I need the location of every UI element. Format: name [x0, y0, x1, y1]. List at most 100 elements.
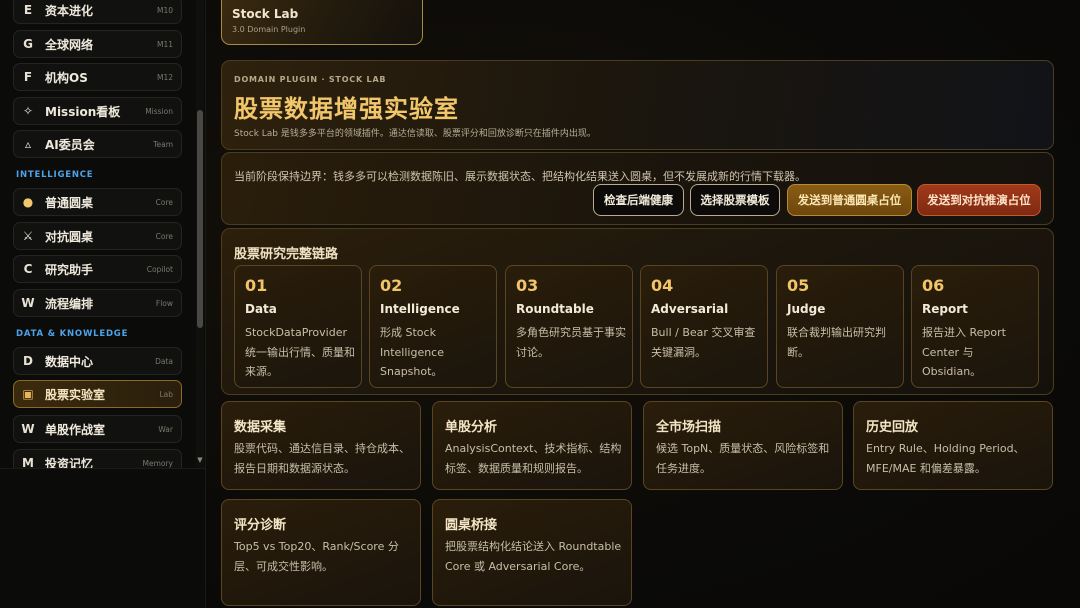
c-icon: C: [23, 262, 33, 276]
crossed-swords-icon: ⚔: [22, 229, 34, 243]
sidebar-item-mission-board[interactable]: ✧ Mission看板 Mission: [13, 97, 182, 125]
sidebar-item-investment-memory[interactable]: M 投资记忆 Memory: [13, 449, 182, 468]
main-content: Stock Lab 3.0 Domain Plugin DOMAIN PLUGI…: [206, 0, 1080, 608]
step-desc: Bull / Bear 交叉审查关键漏洞。: [651, 326, 756, 359]
sidebar-item-institution-os[interactable]: F 机构OS M12: [13, 63, 182, 91]
f-icon: F: [23, 70, 33, 84]
sidebar-item-research-copilot[interactable]: C 研究助手 Copilot: [13, 255, 182, 283]
sidebar-item-label: Mission看板: [45, 104, 121, 119]
w-icon: W: [21, 296, 35, 310]
step-name: Report: [922, 302, 968, 316]
step-desc: 形成 Stock Intelligence Snapshot。: [380, 326, 445, 378]
chain-step-roundtable: 03 Roundtable 多角色研究员基于事实讨论。: [505, 265, 633, 388]
check-backend-health-button[interactable]: 检查后端健康: [593, 184, 684, 216]
sidebar-item-adversarial-roundtable[interactable]: ⚔ 对抗圆桌 Core: [13, 222, 182, 250]
sidebar-item-capital-evolution[interactable]: E 资本进化 M10: [13, 0, 182, 24]
sidebar-item-roundtable[interactable]: ● 普通圆桌 Core: [13, 188, 182, 216]
d-icon: D: [23, 354, 33, 368]
sidebar-item-tag: War: [158, 424, 173, 434]
step-desc: 多角色研究员基于事实讨论。: [516, 326, 626, 359]
square-icon: ▣: [22, 387, 34, 401]
sidebar-item-tag: M12: [156, 72, 173, 82]
hero-eyebrow: DOMAIN PLUGIN · STOCK LAB: [234, 75, 387, 84]
boundary-text: 当前阶段保持边界：钱多多可以检测数据陈旧、展示数据状态、把结构化结果送入圆桌，但…: [234, 170, 806, 183]
step-name: Adversarial: [651, 302, 729, 316]
feature-card-score-diagnosis[interactable]: 评分诊断 Top5 vs Top20、Rank/Score 分层、可成交性影响。: [221, 499, 421, 606]
send-to-roundtable-button[interactable]: 发送到普通圆桌占位: [787, 184, 912, 216]
step-number: 05: [787, 276, 810, 295]
sidebar-item-tag: Memory: [142, 458, 173, 468]
sidebar-item-tag: Core: [155, 197, 173, 207]
feature-desc: Top5 vs Top20、Rank/Score 分层、可成交性影响。: [234, 540, 399, 573]
sidebar-item-label: 机构OS: [45, 70, 88, 85]
sidebar-scroll-thumb[interactable]: [197, 110, 203, 328]
sidebar-item-label: 流程编排: [45, 296, 94, 311]
feature-title: 全市场扫描: [656, 420, 722, 435]
sidebar-item-stock-lab[interactable]: ▣ 股票实验室 Lab: [13, 380, 182, 408]
feature-desc: 把股票结构化结论送入 Roundtable Core 或 Adversarial…: [445, 540, 622, 573]
sidebar-item-label: 全球网络: [45, 37, 94, 52]
sidebar-item-label: 投资记忆: [45, 456, 94, 469]
sidebar-item-label: 资本进化: [45, 3, 94, 18]
step-desc: 报告进入 Report Center 与 Obsidian。: [922, 326, 1006, 378]
scroll-down-icon[interactable]: ▼: [196, 456, 204, 466]
sidebar-divider: [0, 468, 206, 469]
plugin-card[interactable]: Stock Lab 3.0 Domain Plugin: [221, 0, 423, 45]
sidebar-item-label: 股票实验室: [45, 387, 106, 402]
feature-card-single-stock-analysis[interactable]: 单股分析 AnalysisContext、技术指标、结构标签、数据质量和规则报告…: [432, 401, 632, 490]
hero-description: Stock Lab 是钱多多平台的领域插件。通达信读取、股票评分和回放诊断只在插…: [234, 129, 596, 139]
sidebar-item-global-network[interactable]: G 全球网络 M11: [13, 30, 182, 58]
sidebar-item-data-center[interactable]: D 数据中心 Data: [13, 347, 182, 375]
select-stock-template-button[interactable]: 选择股票模板: [690, 184, 780, 216]
sidebar-item-label: 单股作战室: [45, 422, 106, 437]
sparkle-icon: ✧: [22, 104, 34, 118]
w-icon: W: [21, 422, 35, 436]
e-icon: E: [23, 3, 33, 17]
plugin-card-subtitle: 3.0 Domain Plugin: [232, 25, 306, 34]
dot-icon: ●: [22, 195, 34, 209]
g-icon: G: [23, 37, 33, 51]
feature-desc: 股票代码、通达信目录、持仓成本、报告日期和数据源状态。: [234, 442, 410, 475]
sidebar: E 资本进化 M10 G 全球网络 M11 F 机构OS M12 ✧ Missi…: [0, 0, 206, 608]
step-name: Data: [245, 302, 277, 316]
sidebar-item-ai-committee[interactable]: ▵ AI委员会 Team: [13, 130, 182, 158]
sidebar-item-tag: M11: [156, 39, 173, 49]
sidebar-item-flow[interactable]: W 流程编排 Flow: [13, 289, 182, 317]
sidebar-nav: E 资本进化 M10 G 全球网络 M11 F 机构OS M12 ✧ Missi…: [0, 0, 194, 468]
feature-title: 圆桌桥接: [445, 518, 498, 533]
send-to-adversarial-button[interactable]: 发送到对抗推演占位: [917, 184, 1041, 216]
feature-desc: AnalysisContext、技术指标、结构标签、数据质量和规则报告。: [445, 442, 622, 475]
sidebar-item-tag: M10: [156, 5, 173, 15]
feature-title: 单股分析: [445, 420, 498, 435]
feature-card-roundtable-bridge[interactable]: 圆桌桥接 把股票结构化结论送入 Roundtable Core 或 Advers…: [432, 499, 632, 606]
section-label-data-knowledge: DATA & KNOWLEDGE: [16, 329, 129, 339]
step-number: 03: [516, 276, 539, 295]
chain-step-report: 06 Report 报告进入 Report Center 与 Obsidian。: [911, 265, 1039, 388]
sidebar-item-tag: Copilot: [146, 264, 173, 274]
sidebar-item-tag: Team: [153, 139, 173, 149]
chain-step-data: 01 Data StockDataProvider 统一输出行情、质量和来源。: [234, 265, 362, 388]
sidebar-item-label: 研究助手: [45, 262, 94, 277]
plugin-card-title: Stock Lab: [232, 7, 299, 21]
chain-step-adversarial: 04 Adversarial Bull / Bear 交叉审查关键漏洞。: [640, 265, 768, 388]
sidebar-item-label: 普通圆桌: [45, 195, 94, 210]
hero-panel: DOMAIN PLUGIN · STOCK LAB 股票数据增强实验室 Stoc…: [221, 60, 1054, 150]
step-name: Roundtable: [516, 302, 594, 316]
research-chain-title: 股票研究完整链路: [234, 247, 339, 262]
feature-title: 评分诊断: [234, 518, 287, 533]
sidebar-item-label: 对抗圆桌: [45, 229, 94, 244]
m-icon: M: [22, 456, 34, 468]
feature-card-data-collection[interactable]: 数据采集 股票代码、通达信目录、持仓成本、报告日期和数据源状态。: [221, 401, 421, 490]
chain-step-intelligence: 02 Intelligence 形成 Stock Intelligence Sn…: [369, 265, 497, 388]
sidebar-item-label: 数据中心: [45, 354, 94, 369]
page-title: 股票数据增强实验室: [234, 95, 459, 123]
research-chain-panel: 股票研究完整链路 01 Data StockDataProvider 统一输出行…: [221, 228, 1054, 395]
sidebar-item-label: AI委员会: [45, 137, 95, 152]
step-number: 02: [380, 276, 403, 295]
feature-card-market-scan[interactable]: 全市场扫描 候选 TopN、质量状态、风险标签和任务进度。: [643, 401, 843, 490]
feature-card-history-replay[interactable]: 历史回放 Entry Rule、Holding Period、MFE/MAE 和…: [853, 401, 1053, 490]
step-desc: 联合裁判输出研究判断。: [787, 326, 886, 359]
sidebar-item-tag: Data: [155, 356, 173, 366]
sidebar-item-war-room[interactable]: W 单股作战室 War: [13, 415, 182, 443]
feature-title: 数据采集: [234, 420, 287, 435]
